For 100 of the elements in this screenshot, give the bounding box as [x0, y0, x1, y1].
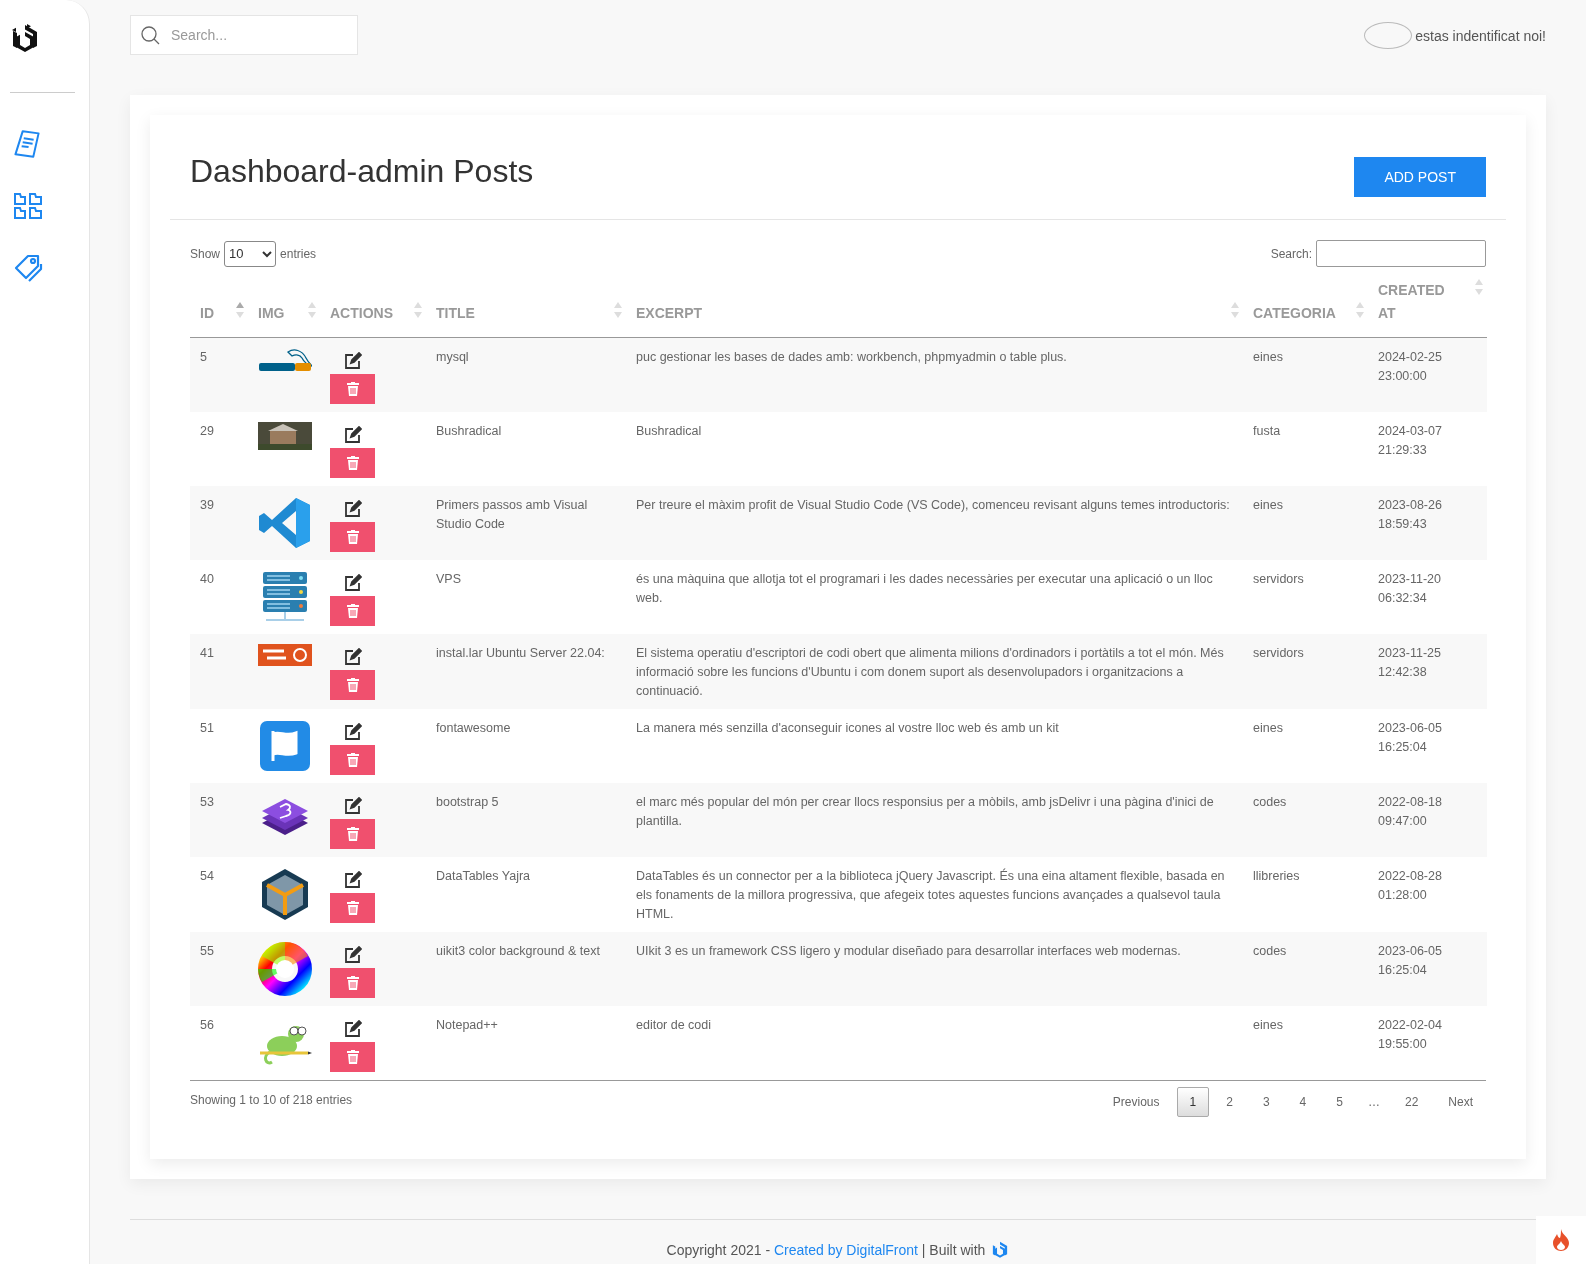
table-cell: DataTables Yajra	[426, 857, 626, 932]
next-button[interactable]: Next	[1435, 1087, 1486, 1117]
table-cell: uikit3 color background & text	[426, 932, 626, 1006]
trash-icon	[346, 382, 359, 396]
add-post-button[interactable]: ADD POST	[1354, 157, 1486, 197]
trash-icon	[346, 604, 359, 618]
trash-icon	[346, 827, 359, 841]
table-cell: Per treure el màxim profit de Visual Studio Code (VS Code), comenceu revisant alguns temes introductoris:	[626, 486, 1243, 560]
table-cell: és una màquina que allotja tot el programari i les dades necessàries per executar una aplicació o un lloc web.	[626, 560, 1243, 634]
table-cell: servidors	[1243, 634, 1368, 709]
table-cell: 39	[190, 486, 248, 560]
flame-button[interactable]	[1536, 1216, 1586, 1264]
table-cell: codes	[1243, 932, 1368, 1006]
trash-icon	[346, 456, 359, 470]
table-cell: 2023-11-20 06:32:34	[1368, 560, 1487, 634]
flag-logo	[258, 719, 312, 773]
trash-icon	[346, 678, 359, 692]
table-cell: La manera més senzilla d'aconseguir icones al vostre lloc web és amb un kit	[626, 709, 1243, 783]
page-title: Dashboard-admin Posts	[190, 155, 534, 187]
table-cell: codes	[1243, 783, 1368, 857]
edit-button[interactable]	[344, 500, 362, 518]
previous-button[interactable]: Previous	[1099, 1087, 1173, 1117]
edit-button[interactable]	[344, 574, 362, 592]
logo-icon	[991, 1240, 1010, 1259]
table-cell: VPS	[426, 560, 626, 634]
table-cell: DataTables és un connector per a la biblioteca jQuery Javascript. És una eina altament flexible, basada en els fonaments de la millora progressiva, que afegeix totes aquestes funcions avançades a qualsevol taula HTML.	[626, 857, 1243, 932]
table-cell: bootstrap 5	[426, 783, 626, 857]
table-cell: editor de codi	[626, 1006, 1243, 1080]
table-cell: 2024-02-25 23:00:00	[1368, 337, 1487, 412]
edit-button[interactable]	[344, 1020, 362, 1038]
table-cell: servidors	[1243, 560, 1368, 634]
edit-button[interactable]	[344, 871, 362, 889]
table-cell: 5	[190, 337, 248, 412]
table-cell: Bushradical	[626, 412, 1243, 486]
page-button[interactable]: 2	[1213, 1087, 1246, 1117]
color-wheel-drawing	[258, 942, 312, 996]
table-cell: eines	[1243, 337, 1368, 412]
table-cell: 2022-08-28 01:28:00	[1368, 857, 1487, 932]
trash-icon	[346, 901, 359, 915]
tag-icon[interactable]	[12, 252, 44, 284]
table-cell: 56	[190, 1006, 248, 1080]
pagination-ellipsis: …	[1366, 1095, 1381, 1109]
edit-button[interactable]	[344, 723, 362, 741]
creator-link[interactable]: Created by DigitalFront	[774, 1241, 918, 1258]
table-cell: 41	[190, 634, 248, 709]
user-status-text: estas indentificat noi!	[1415, 27, 1546, 44]
table-cell: UIkit 3 es un framework CSS ligero y modular diseñado para desarrollar interfaces web modernas.	[626, 932, 1243, 1006]
copyright-text: Copyright 2021 - Created by DigitalFront | Built with	[666, 1241, 986, 1258]
table-cell: instal.lar Ubuntu Server 22.04:	[426, 634, 626, 709]
table-cell: 2023-06-05 16:25:04	[1368, 932, 1487, 1006]
edit-button[interactable]	[344, 352, 362, 370]
table-cell: fontawesome	[426, 709, 626, 783]
table-cell: 29	[190, 412, 248, 486]
table-cell: el marc més popular del món per crear llocs responsius per a mòbils, amb jsDelivr i una pàgina d'inici de plantilla.	[626, 783, 1243, 857]
page-button[interactable]: 22	[1391, 1087, 1432, 1117]
photo-placeholder	[258, 422, 312, 450]
logo-icon[interactable]	[10, 22, 40, 54]
table-search-field[interactable]	[1316, 240, 1486, 267]
edit-button[interactable]	[344, 648, 362, 666]
table-cell: 2023-06-05 16:25:04	[1368, 709, 1487, 783]
table-cell: 2024-03-07 21:29:33	[1368, 412, 1487, 486]
grid-icon[interactable]	[12, 190, 44, 222]
table-cell: Bushradical	[426, 412, 626, 486]
table-cell: 2022-08-18 09:47:00	[1368, 783, 1487, 857]
table-cell: eines	[1243, 709, 1368, 783]
table-cell: 53	[190, 783, 248, 857]
table-cell: mysql	[426, 337, 626, 412]
table-cell: eines	[1243, 486, 1368, 560]
table-cell: 2023-08-26 18:59:43	[1368, 486, 1487, 560]
flame-icon	[1552, 1229, 1570, 1251]
table-cell: llibreries	[1243, 857, 1368, 932]
entries-select[interactable]: 10	[224, 240, 277, 267]
trash-icon	[346, 976, 359, 990]
table-cell: Primers passos amb Visual Studio Code	[426, 486, 626, 560]
table-cell: fusta	[1243, 412, 1368, 486]
trash-icon	[346, 1050, 359, 1064]
edit-button[interactable]	[344, 797, 362, 815]
page-button[interactable]: 1	[1176, 1087, 1210, 1117]
trash-icon	[346, 753, 359, 767]
entries-info: Showing 1 to 10 of 218 entries	[190, 1093, 353, 1107]
edit-button[interactable]	[344, 426, 362, 444]
code-editor-logo	[258, 496, 312, 550]
table-cell: El sistema operatiu d'escriptori de codi obert que alimenta milions d'ordinadors i portàtils a tot el món. Més informació sobre les funcions d'Ubuntu i com donem suport als desenvolupadors i organitzacions a continuació.	[626, 634, 1243, 709]
table-cell: 40	[190, 560, 248, 634]
page-button[interactable]: 3	[1249, 1087, 1283, 1117]
trash-icon	[346, 530, 359, 544]
show-label: Show	[190, 246, 221, 261]
table-cell: 51	[190, 709, 248, 783]
entries-label: entries	[280, 246, 317, 261]
page-button[interactable]: 5	[1323, 1087, 1356, 1117]
search-label: Search:	[1270, 246, 1312, 261]
edit-button[interactable]	[344, 946, 362, 964]
table-cell: puc gestionar les bases de dades amb: workbench, phpmyadmin o table plus.	[626, 337, 1243, 412]
table-cell: 55	[190, 932, 248, 1006]
table-cell: Notepad++	[426, 1006, 626, 1080]
table-cell: 2022-02-04 19:55:00	[1368, 1006, 1487, 1080]
page-button[interactable]: 4	[1286, 1087, 1320, 1117]
table-cell: eines	[1243, 1006, 1368, 1080]
table-cell: 54	[190, 857, 248, 932]
search-field[interactable]: Search...	[130, 15, 358, 55]
